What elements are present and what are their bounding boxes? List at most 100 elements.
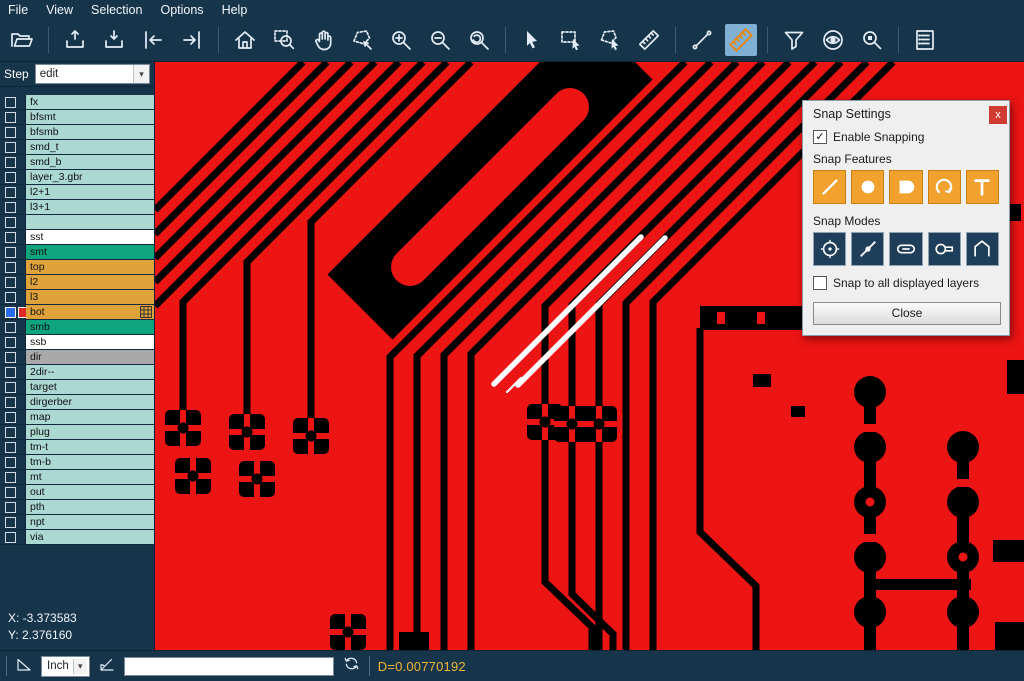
layer-name[interactable]: smd_t xyxy=(26,140,154,154)
layer-visibility-checkbox[interactable] xyxy=(5,442,16,453)
layer-visibility-checkbox[interactable] xyxy=(5,367,16,378)
layer-visibility-checkbox[interactable] xyxy=(5,427,16,438)
layer-visibility-checkbox[interactable] xyxy=(5,112,16,123)
layer-name[interactable]: l3 xyxy=(26,290,154,304)
layer-visibility-checkbox[interactable] xyxy=(5,322,16,333)
layer-name[interactable]: via xyxy=(26,530,154,544)
snap-feature-text-button[interactable] xyxy=(966,170,999,204)
layer-name[interactable]: npt xyxy=(26,515,154,529)
dialog-titlebar[interactable]: Snap Settings x xyxy=(803,101,1009,126)
layer-row-l3[interactable]: l3 xyxy=(0,290,154,305)
measure-distance-icon[interactable] xyxy=(725,24,757,56)
layer-visibility-checkbox[interactable] xyxy=(5,187,16,198)
layer-name[interactable]: mt xyxy=(26,470,154,484)
layer-visibility-checkbox[interactable] xyxy=(5,202,16,213)
layer-name[interactable]: map xyxy=(26,410,154,424)
layer-name[interactable]: dirgerber xyxy=(26,395,154,409)
layer-row-bot[interactable]: bot xyxy=(0,305,154,320)
measure-scale-icon[interactable] xyxy=(633,24,665,56)
chevron-down-icon[interactable]: ▾ xyxy=(73,659,87,674)
layer-name[interactable]: smd_b xyxy=(26,155,154,169)
layer-visibility-checkbox[interactable] xyxy=(5,292,16,303)
select-polygon-icon[interactable] xyxy=(594,24,626,56)
select-rectangle-icon[interactable] xyxy=(555,24,587,56)
command-input[interactable] xyxy=(124,657,334,676)
layer-visibility-checkbox[interactable] xyxy=(5,127,16,138)
refresh-icon[interactable] xyxy=(342,654,361,678)
layer-row-smd_t[interactable]: smd_t xyxy=(0,140,154,155)
layer-name[interactable]: bot xyxy=(26,305,154,319)
layer-visibility-checkbox[interactable] xyxy=(5,232,16,243)
zoom-out-icon[interactable] xyxy=(424,24,456,56)
layer-name[interactable]: tm-b xyxy=(26,455,154,469)
zoom-polygon-icon[interactable] xyxy=(346,24,378,56)
import-icon[interactable] xyxy=(98,24,130,56)
layer-visibility-checkbox[interactable] xyxy=(5,337,16,348)
layer-visibility-checkbox[interactable] xyxy=(5,217,16,228)
layer-name[interactable]: layer_3.gbr xyxy=(26,170,154,184)
select-arrow-icon[interactable] xyxy=(516,24,548,56)
layer-row-smb[interactable]: smb xyxy=(0,320,154,335)
enable-snapping-checkbox[interactable]: ✓ xyxy=(813,130,827,144)
units-dropdown[interactable]: Inch ▾ xyxy=(41,656,90,677)
filter-icon[interactable] xyxy=(778,24,810,56)
layer-name[interactable]: dir xyxy=(26,350,154,364)
layer-name[interactable]: pth xyxy=(26,500,154,514)
line-tool-icon[interactable] xyxy=(686,24,718,56)
layer-name[interactable]: target xyxy=(26,380,154,394)
search-object-icon[interactable] xyxy=(856,24,888,56)
layer-name[interactable]: top xyxy=(26,260,154,274)
layer-row-layer_3.gbr[interactable]: layer_3.gbr xyxy=(0,170,154,185)
menu-file[interactable]: File xyxy=(8,3,28,17)
layer-name[interactable]: plug xyxy=(26,425,154,439)
snap-feature-line-button[interactable] xyxy=(813,170,846,204)
layer-name[interactable]: l2 xyxy=(26,275,154,289)
snap-all-layers-checkbox[interactable] xyxy=(813,276,827,290)
layer-name[interactable]: bfsmt xyxy=(26,110,154,124)
snap-mode-key-button[interactable] xyxy=(928,232,961,266)
layer-name[interactable]: out xyxy=(26,485,154,499)
layer-row-out[interactable]: out xyxy=(0,485,154,500)
snap-feature-arc-button[interactable] xyxy=(928,170,961,204)
protractor-icon[interactable] xyxy=(98,655,116,678)
layer-row-mt[interactable]: mt xyxy=(0,470,154,485)
snap-mode-slot-button[interactable] xyxy=(889,232,922,266)
layer-visibility-checkbox[interactable] xyxy=(5,307,16,318)
layer-visibility-checkbox[interactable] xyxy=(5,412,16,423)
snap-feature-circle-button[interactable] xyxy=(851,170,884,204)
layer-name[interactable]: bfsmb xyxy=(26,125,154,139)
snap-mode-outline-button[interactable] xyxy=(966,232,999,266)
layer-visibility-checkbox[interactable] xyxy=(5,502,16,513)
layer-visibility-checkbox[interactable] xyxy=(5,157,16,168)
layer-visibility-checkbox[interactable] xyxy=(5,382,16,393)
layer-row-dirgerber[interactable]: dirgerber xyxy=(0,395,154,410)
layer-name[interactable]: l2+1 xyxy=(26,185,154,199)
layer-name[interactable] xyxy=(26,215,154,229)
close-icon[interactable]: x xyxy=(989,106,1007,124)
layer-row-via[interactable]: via xyxy=(0,530,154,545)
layer-name[interactable]: smt xyxy=(26,245,154,259)
layer-visibility-checkbox[interactable] xyxy=(5,457,16,468)
report-icon[interactable] xyxy=(909,24,941,56)
layer-name[interactable]: 2dir-- xyxy=(26,365,154,379)
layer-visibility-checkbox[interactable] xyxy=(5,532,16,543)
move-out-right-icon[interactable] xyxy=(176,24,208,56)
view-options-icon[interactable] xyxy=(817,24,849,56)
layer-row-bfsmb[interactable]: bfsmb xyxy=(0,125,154,140)
move-in-left-icon[interactable] xyxy=(137,24,169,56)
export-icon[interactable] xyxy=(59,24,91,56)
layer-row-ssb[interactable]: ssb xyxy=(0,335,154,350)
angle-mode-icon[interactable] xyxy=(15,655,33,678)
zoom-fit-icon[interactable] xyxy=(463,24,495,56)
layer-row-fx[interactable]: fx xyxy=(0,95,154,110)
layer-row-smd_b[interactable]: smd_b xyxy=(0,155,154,170)
layer-row-target[interactable]: target xyxy=(0,380,154,395)
close-button[interactable]: Close xyxy=(813,302,1001,325)
home-view-icon[interactable] xyxy=(229,24,261,56)
layer-visibility-checkbox[interactable] xyxy=(5,472,16,483)
layer-row-dir[interactable]: dir xyxy=(0,350,154,365)
layer-name[interactable]: fx xyxy=(26,95,154,109)
layer-visibility-checkbox[interactable] xyxy=(5,352,16,363)
layer-visibility-checkbox[interactable] xyxy=(5,277,16,288)
layer-row-2dir--[interactable]: 2dir-- xyxy=(0,365,154,380)
